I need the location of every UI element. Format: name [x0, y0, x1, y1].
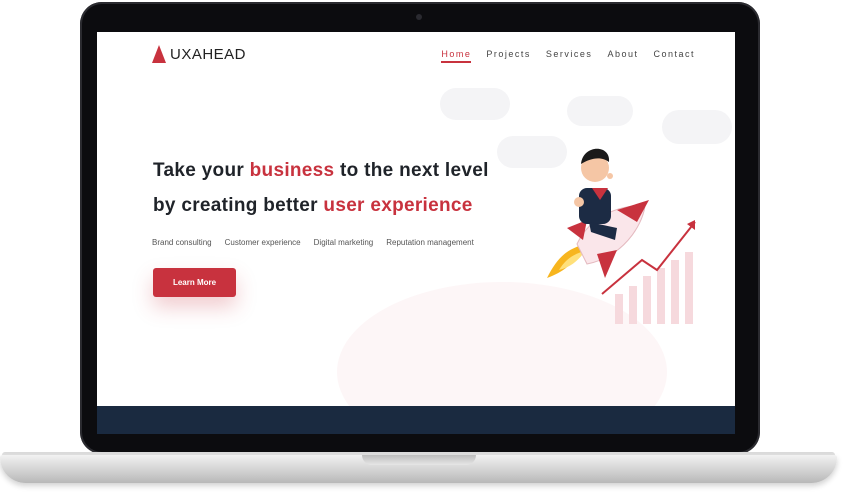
rocket-fin-icon	[597, 250, 617, 278]
dark-section-band	[97, 406, 735, 434]
rocket-man-illustration	[547, 148, 696, 324]
camera-icon	[416, 14, 422, 20]
chart-bar-icon	[643, 276, 651, 324]
hand-icon	[574, 197, 584, 207]
chart-bar-icon	[685, 252, 693, 324]
laptop-notch	[362, 455, 476, 465]
chart-bar-icon	[629, 286, 637, 324]
chart-bar-icon	[615, 294, 623, 324]
laptop-bezel: UXAHEAD Home Projects Services About Con…	[80, 2, 760, 454]
chart-bar-icon	[671, 260, 679, 324]
chart-bar-icon	[657, 268, 665, 324]
man-body-icon	[579, 188, 611, 224]
website-screen: UXAHEAD Home Projects Services About Con…	[97, 32, 735, 434]
